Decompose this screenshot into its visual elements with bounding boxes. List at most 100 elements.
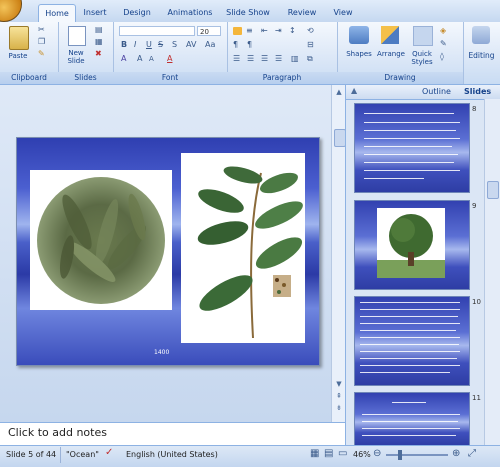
- ltr-icon[interactable]: ¶: [247, 40, 252, 50]
- slides-group: New Slide ▤ ▦ ✖ Slides: [58, 22, 114, 84]
- align-left-icon[interactable]: ☰: [233, 54, 240, 64]
- paragraph-group-label: Paragraph: [227, 72, 337, 84]
- slide-thumbnail-11[interactable]: [354, 392, 470, 446]
- zoom-level[interactable]: 46%: [353, 450, 371, 459]
- slide-show-view-icon[interactable]: ▭: [338, 449, 347, 459]
- grow-font-icon[interactable]: A: [137, 54, 142, 64]
- scroll-down-icon[interactable]: ▼: [333, 379, 345, 389]
- thumbnail-number-11: 11: [472, 394, 481, 402]
- format-painter-icon[interactable]: ✎: [38, 49, 45, 59]
- paste-icon: [9, 26, 29, 50]
- align-right-icon[interactable]: ☰: [261, 54, 268, 64]
- spacing-icon[interactable]: AV: [186, 40, 196, 50]
- delete-slide-icon[interactable]: ✖: [95, 49, 102, 59]
- tab-slide-show[interactable]: Slide Show: [223, 4, 273, 22]
- font-group: 20 B I U S S AV Aa A A A A Font: [113, 22, 228, 84]
- spelling-icon[interactable]: ✓: [105, 447, 113, 458]
- slide-sorter-icon[interactable]: ▤: [324, 449, 333, 459]
- shape-fill-icon[interactable]: ◈: [440, 26, 446, 36]
- scroll-up-icon[interactable]: ▲: [333, 87, 345, 97]
- leaf-pile-photo: [37, 177, 165, 304]
- tab-view-label: View: [333, 8, 353, 17]
- tab-home-label: Home: [45, 9, 69, 18]
- underline-icon[interactable]: U: [146, 40, 152, 50]
- zoom-slider-track[interactable]: [386, 454, 448, 456]
- thumbnail-number-9: 9: [472, 202, 477, 210]
- rtl-icon[interactable]: ¶: [233, 40, 238, 50]
- slide-footer-number: 1400: [154, 349, 170, 356]
- panel-scrollbar[interactable]: [484, 99, 500, 445]
- workspace-scrollbar[interactable]: ▲ ▼ ⇞ ⇟: [331, 85, 346, 422]
- next-slide-icon[interactable]: ⇟: [333, 403, 345, 413]
- font-color-icon[interactable]: A: [167, 54, 172, 64]
- panel-scroll-thumb[interactable]: [487, 181, 499, 199]
- increase-indent-icon[interactable]: ⇥: [275, 26, 282, 36]
- columns-icon[interactable]: ▥: [291, 54, 299, 64]
- panel-collapse-icon[interactable]: ▲: [351, 86, 357, 95]
- language-indicator[interactable]: English (United States): [126, 450, 218, 459]
- arrange-button[interactable]: Arrange: [375, 50, 407, 58]
- justify-icon[interactable]: ☰: [275, 54, 282, 64]
- zoom-slider-thumb[interactable]: [398, 450, 402, 460]
- new-slide-button[interactable]: New Slide: [60, 49, 92, 65]
- tab-home[interactable]: Home: [38, 4, 76, 23]
- tab-animations[interactable]: Animations: [163, 4, 217, 22]
- quick-styles-button[interactable]: Quick Styles: [409, 50, 435, 66]
- smartart-icon[interactable]: ⧉: [307, 54, 313, 64]
- thumbnail-number-8: 8: [472, 105, 477, 113]
- quick-styles-icon: [413, 26, 433, 46]
- bold-icon[interactable]: B: [121, 40, 127, 50]
- font-size-dropdown[interactable]: 20: [197, 26, 221, 36]
- drawing-group-label: Drawing: [337, 72, 463, 84]
- tab-design[interactable]: Design: [117, 4, 157, 22]
- copy-icon[interactable]: ❐: [38, 37, 45, 47]
- tab-outline[interactable]: Outline: [422, 86, 451, 98]
- tab-review-label: Review: [287, 8, 317, 17]
- paragraph-group: ≡ ⇤ ⇥ ↕ ⟲ ¶ ¶ ⊟ ☰ ☰ ☰ ☰ ▥ ⧉ Paragraph: [227, 22, 338, 84]
- theme-name: "Ocean": [66, 450, 99, 459]
- shape-effects-icon[interactable]: ◊: [440, 52, 444, 62]
- tab-review[interactable]: Review: [282, 4, 322, 22]
- layout-icon[interactable]: ▤: [95, 25, 103, 35]
- shapes-button[interactable]: Shapes: [343, 50, 375, 58]
- ribbon: Paste ✂ ❐ ✎ Clipboard New Slide ▤ ▦ ✖ Sl…: [0, 22, 500, 85]
- tab-slides[interactable]: Slides: [464, 86, 491, 98]
- zoom-out-icon[interactable]: ⊖: [373, 448, 381, 460]
- bullets-icon[interactable]: [233, 27, 242, 35]
- zoom-in-icon[interactable]: ⊕: [452, 448, 460, 460]
- strikethrough-icon[interactable]: S: [158, 40, 163, 50]
- shadow-icon[interactable]: S: [172, 40, 177, 50]
- cut-icon[interactable]: ✂: [38, 25, 45, 35]
- shape-outline-icon[interactable]: ✎: [440, 39, 447, 49]
- paste-button[interactable]: Paste: [4, 52, 32, 60]
- slides-group-label: Slides: [58, 72, 113, 84]
- font-name-dropdown[interactable]: [119, 26, 195, 36]
- editing-icon: [472, 26, 490, 44]
- notes-placeholder[interactable]: Click to add notes: [8, 426, 107, 439]
- change-case-icon[interactable]: Aa: [205, 40, 215, 50]
- tab-view[interactable]: View: [328, 4, 358, 22]
- numbering-icon[interactable]: ≡: [246, 26, 253, 36]
- thumbnail-number-10: 10: [472, 298, 481, 306]
- align-text-icon[interactable]: ⊟: [307, 40, 314, 50]
- tab-insert-label: Insert: [83, 8, 107, 17]
- clear-formatting-icon[interactable]: A: [121, 54, 126, 64]
- tab-design-label: Design: [123, 8, 151, 17]
- italic-icon[interactable]: I: [134, 40, 136, 50]
- normal-view-icon[interactable]: ▦: [310, 449, 319, 459]
- shapes-icon: [349, 26, 369, 44]
- slide-thumbnail-8[interactable]: [354, 103, 470, 193]
- line-spacing-icon[interactable]: ↕: [289, 26, 296, 36]
- tab-slide-show-label: Slide Show: [226, 8, 270, 17]
- text-direction-icon[interactable]: ⟲: [307, 26, 314, 36]
- reset-icon[interactable]: ▦: [95, 37, 103, 47]
- eucalyptus-branch-image[interactable]: [181, 153, 305, 343]
- tab-insert[interactable]: Insert: [78, 4, 112, 22]
- decrease-indent-icon[interactable]: ⇤: [261, 26, 268, 36]
- shrink-font-icon[interactable]: A: [149, 54, 154, 64]
- previous-slide-icon[interactable]: ⇞: [333, 391, 345, 401]
- fit-to-window-icon[interactable]: ⤢: [468, 448, 476, 460]
- editing-button[interactable]: Editing: [464, 52, 499, 60]
- align-center-icon[interactable]: ☰: [247, 54, 254, 64]
- tree-image: [377, 208, 445, 278]
